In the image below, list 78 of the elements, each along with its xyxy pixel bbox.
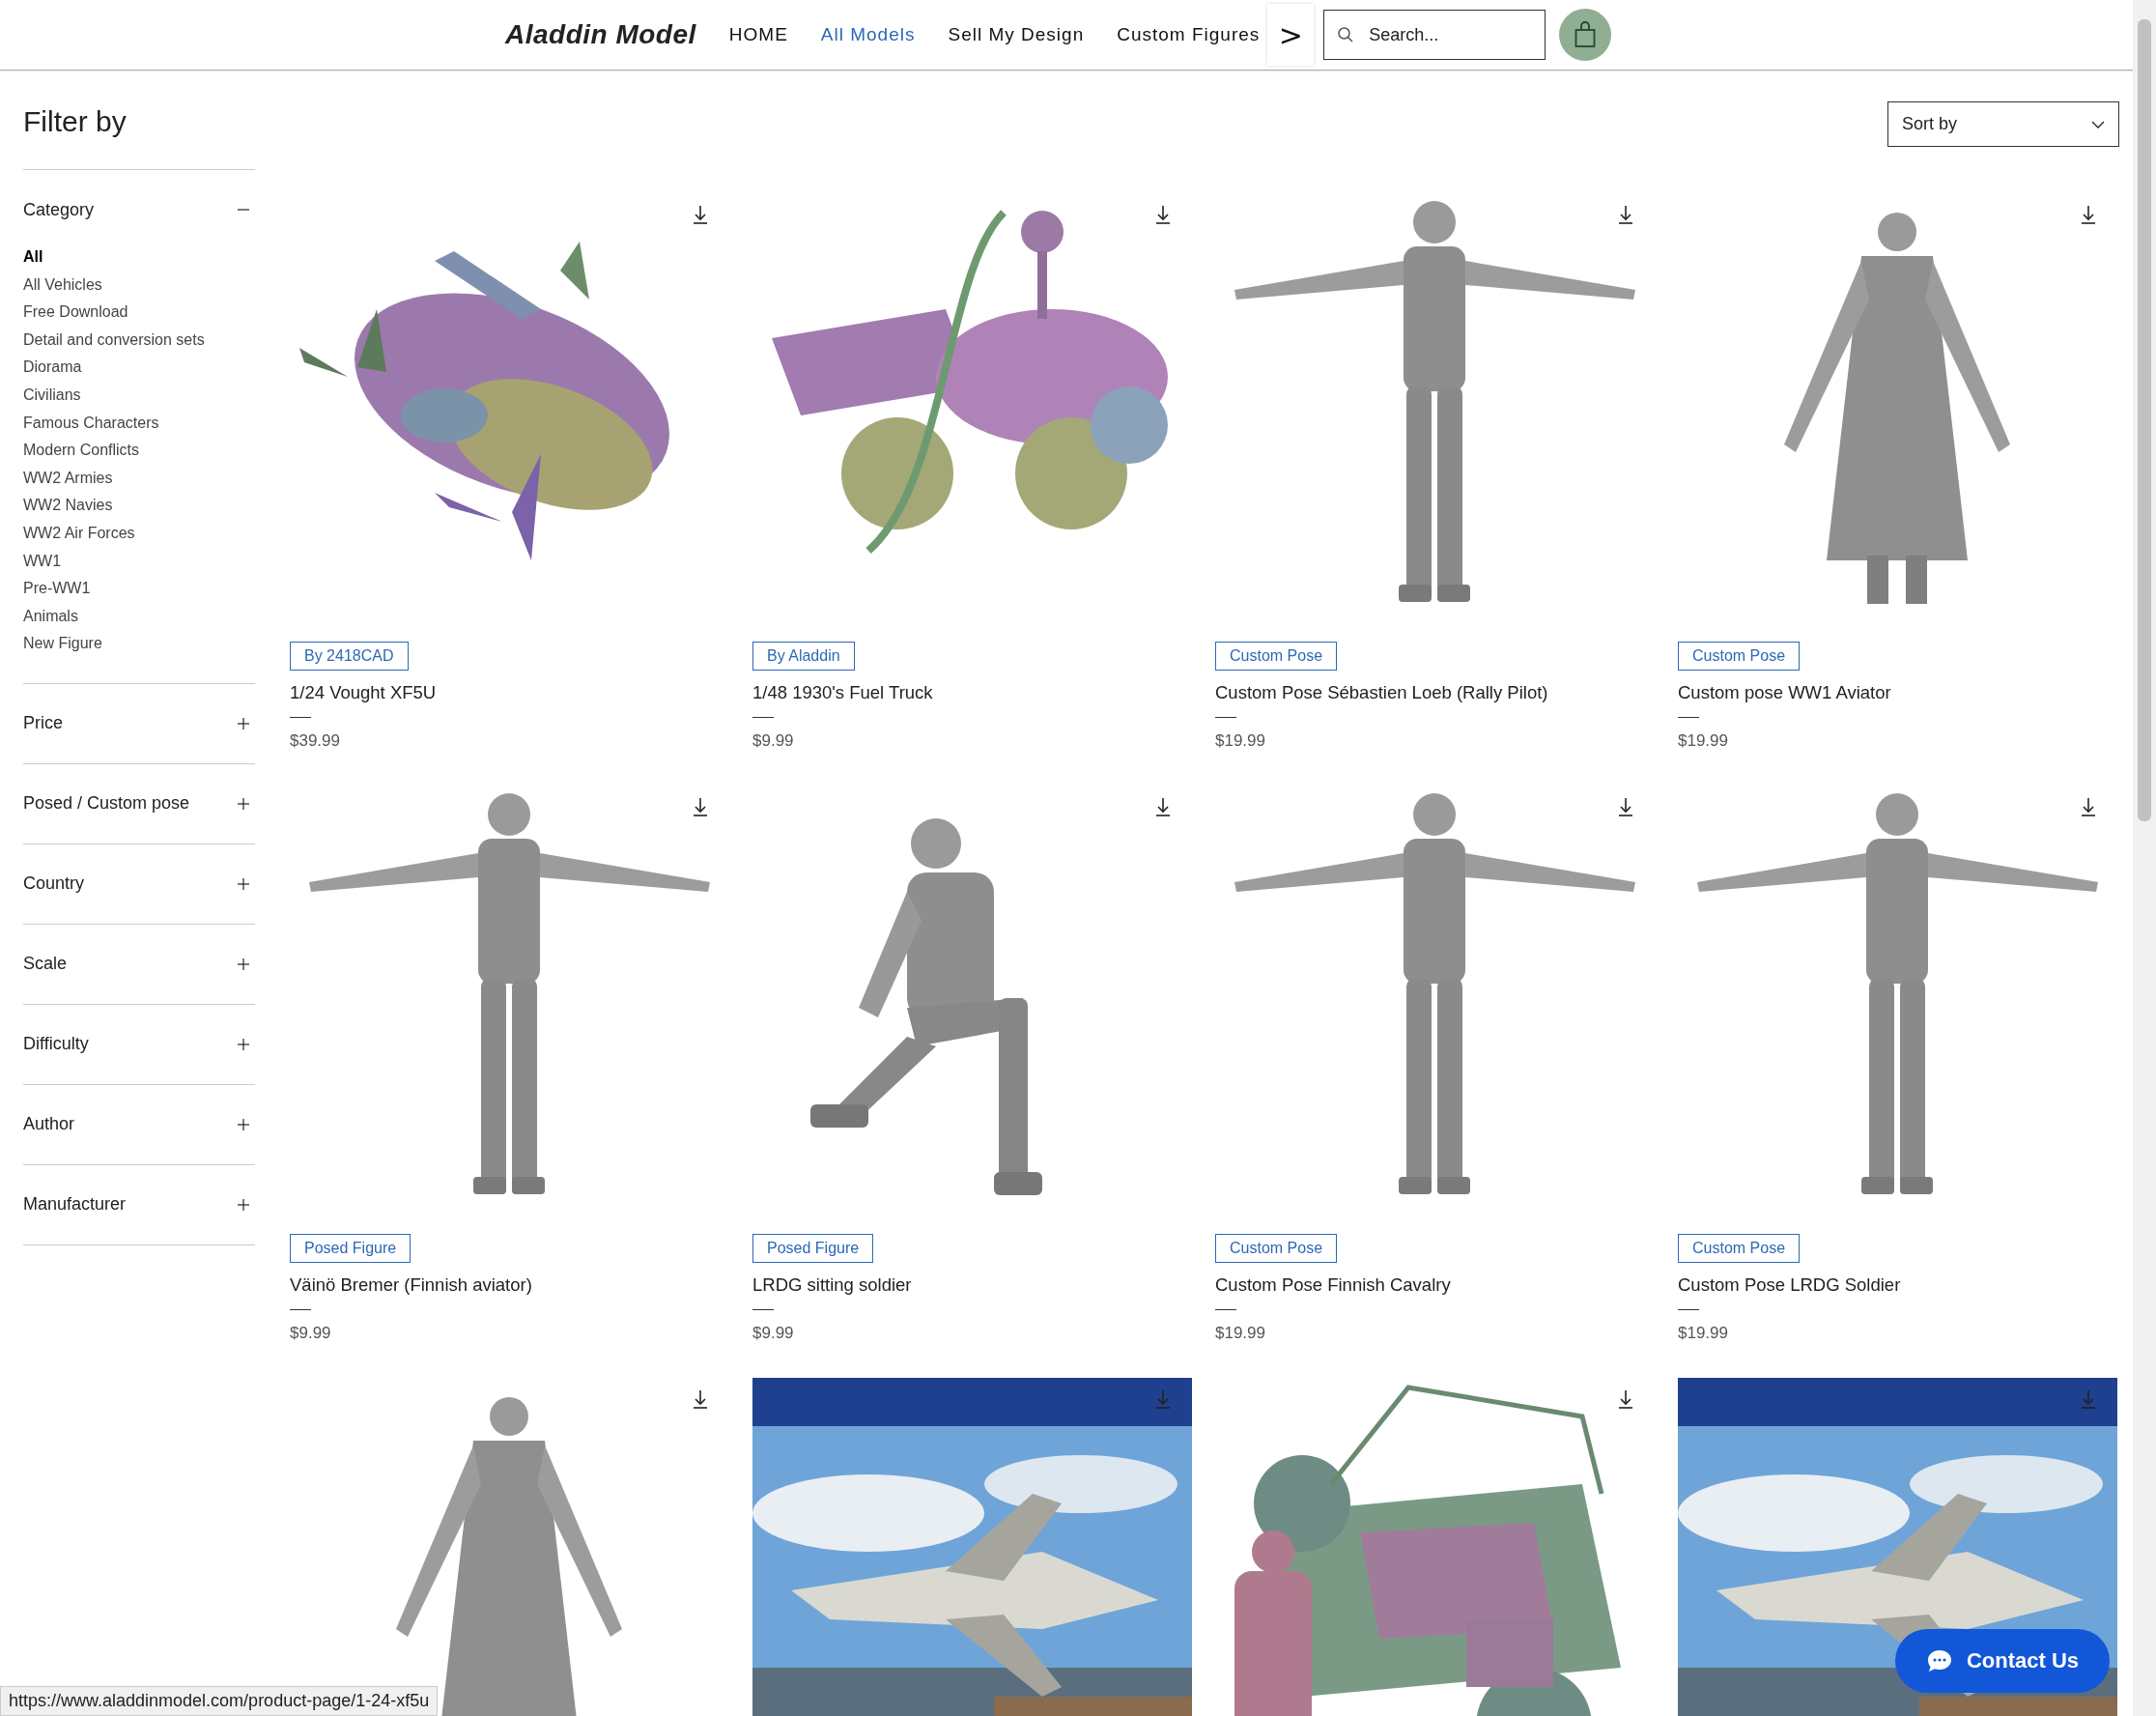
sort-dropdown[interactable]: Sort by [1887, 101, 2119, 147]
plus-icon [238, 797, 249, 810]
category-link[interactable]: Animals [23, 602, 255, 631]
filter-toggle[interactable]: Posed / Custom pose [23, 763, 255, 844]
product-name[interactable]: Custom pose WW1 Aviator [1678, 682, 2117, 703]
chevron-down-icon [2091, 120, 2105, 129]
filter-toggle[interactable]: Price [23, 683, 255, 763]
product-price: $19.99 [1215, 731, 1266, 751]
category-link[interactable]: Free Download [23, 299, 255, 327]
nav-link[interactable]: All Models [820, 24, 916, 45]
category-link[interactable]: Famous Characters [23, 409, 255, 438]
product-tag: Posed Figure [752, 1234, 874, 1263]
filter-toggle[interactable]: Difficulty [23, 1004, 255, 1084]
category-link[interactable]: Pre-WW1 [23, 575, 255, 603]
plus-icon [238, 877, 249, 890]
product-price: $39.99 [290, 731, 341, 751]
product-price: $19.99 [1215, 1324, 1266, 1343]
product-name[interactable]: 1/24 Vought XF5U [290, 682, 729, 703]
site-logo[interactable]: Aladdin Model [505, 19, 696, 50]
product-tag: By Aladdin [752, 642, 855, 671]
plus-icon [238, 1038, 249, 1050]
product-price: $19.99 [1678, 731, 1729, 751]
scrollbar[interactable] [2133, 0, 2156, 1716]
product-name[interactable]: 1/48 1930's Fuel Truck [752, 682, 1192, 703]
product-tag: Posed Figure [290, 1234, 411, 1263]
product-name[interactable]: LRDG sitting soldier [752, 1274, 1192, 1296]
nav-link[interactable]: HOME [728, 24, 788, 45]
shopping-bag-icon [1574, 21, 1597, 48]
category-link[interactable]: Diorama [23, 354, 255, 382]
plus-icon [238, 1118, 249, 1130]
category-link[interactable]: New Figure [23, 630, 255, 658]
category-link[interactable]: WW1 [23, 547, 255, 576]
filter-toggle[interactable]: Manufacturer [23, 1164, 255, 1244]
filter-heading: Filter by [23, 105, 255, 170]
product-price: $9.99 [290, 1324, 332, 1343]
download-icon[interactable] [1155, 205, 1171, 224]
filter-toggle[interactable]: Author [23, 1084, 255, 1164]
category-link[interactable]: WW2 Navies [23, 492, 255, 520]
plus-icon [238, 717, 249, 729]
download-icon[interactable] [1618, 205, 1633, 224]
category-link[interactable]: Modern Conflicts [23, 437, 255, 465]
download-icon[interactable] [693, 1389, 708, 1409]
product-tag: Custom Pose [1678, 642, 1801, 671]
product-price: $19.99 [1678, 1324, 1729, 1343]
nav-link[interactable]: Sell My Design [948, 24, 1085, 45]
product-name[interactable]: Custom Pose Finnish Cavalry [1215, 1274, 1655, 1296]
product-name[interactable]: Custom Pose Sébastien Loeb (Rally Pilot) [1215, 682, 1655, 703]
category-link[interactable]: WW2 Air Forces [23, 519, 255, 548]
product-tag: Custom Pose [1215, 1234, 1338, 1263]
search-field[interactable]: Search... [1323, 10, 1546, 60]
download-icon[interactable] [2081, 797, 2096, 816]
filter-toggle[interactable]: Country [23, 844, 255, 924]
download-icon[interactable] [693, 797, 708, 816]
category-link[interactable]: All Vehicles [23, 271, 255, 300]
more-button[interactable]: > [1267, 4, 1315, 66]
filter-toggle[interactable]: Scale [23, 924, 255, 1004]
category-link[interactable]: Detail and conversion sets [23, 326, 255, 355]
category-link[interactable]: WW2 Armies [23, 464, 255, 493]
download-icon[interactable] [693, 205, 708, 224]
product-name[interactable]: Custom Pose LRDG Soldier [1678, 1274, 2117, 1296]
download-icon[interactable] [1618, 797, 1633, 816]
product-tag: By 2418CAD [290, 642, 409, 671]
download-icon[interactable] [2081, 205, 2096, 224]
contact-button[interactable]: Contact Us [1894, 1629, 2110, 1693]
chat-bubble-icon [1925, 1648, 1953, 1673]
download-icon[interactable] [1155, 797, 1171, 816]
cart-button[interactable] [1559, 9, 1612, 61]
product-name[interactable]: Väinö Bremer (Finnish aviator) [290, 1274, 729, 1296]
nav-link[interactable]: Custom Figures [1117, 24, 1261, 45]
product-tag: Custom Pose [1215, 642, 1338, 671]
download-icon[interactable] [1618, 1389, 1633, 1409]
category-link[interactable]: Civilians [23, 381, 255, 410]
status-url: https://www.aladdinmodel.com/product-page/1-24-xf5u [0, 1686, 439, 1716]
product-tag: Custom Pose [1678, 1234, 1801, 1263]
product-price: $9.99 [752, 1324, 795, 1343]
plus-icon [238, 958, 249, 970]
plus-icon [238, 1198, 249, 1211]
product-price: $9.99 [752, 731, 795, 751]
